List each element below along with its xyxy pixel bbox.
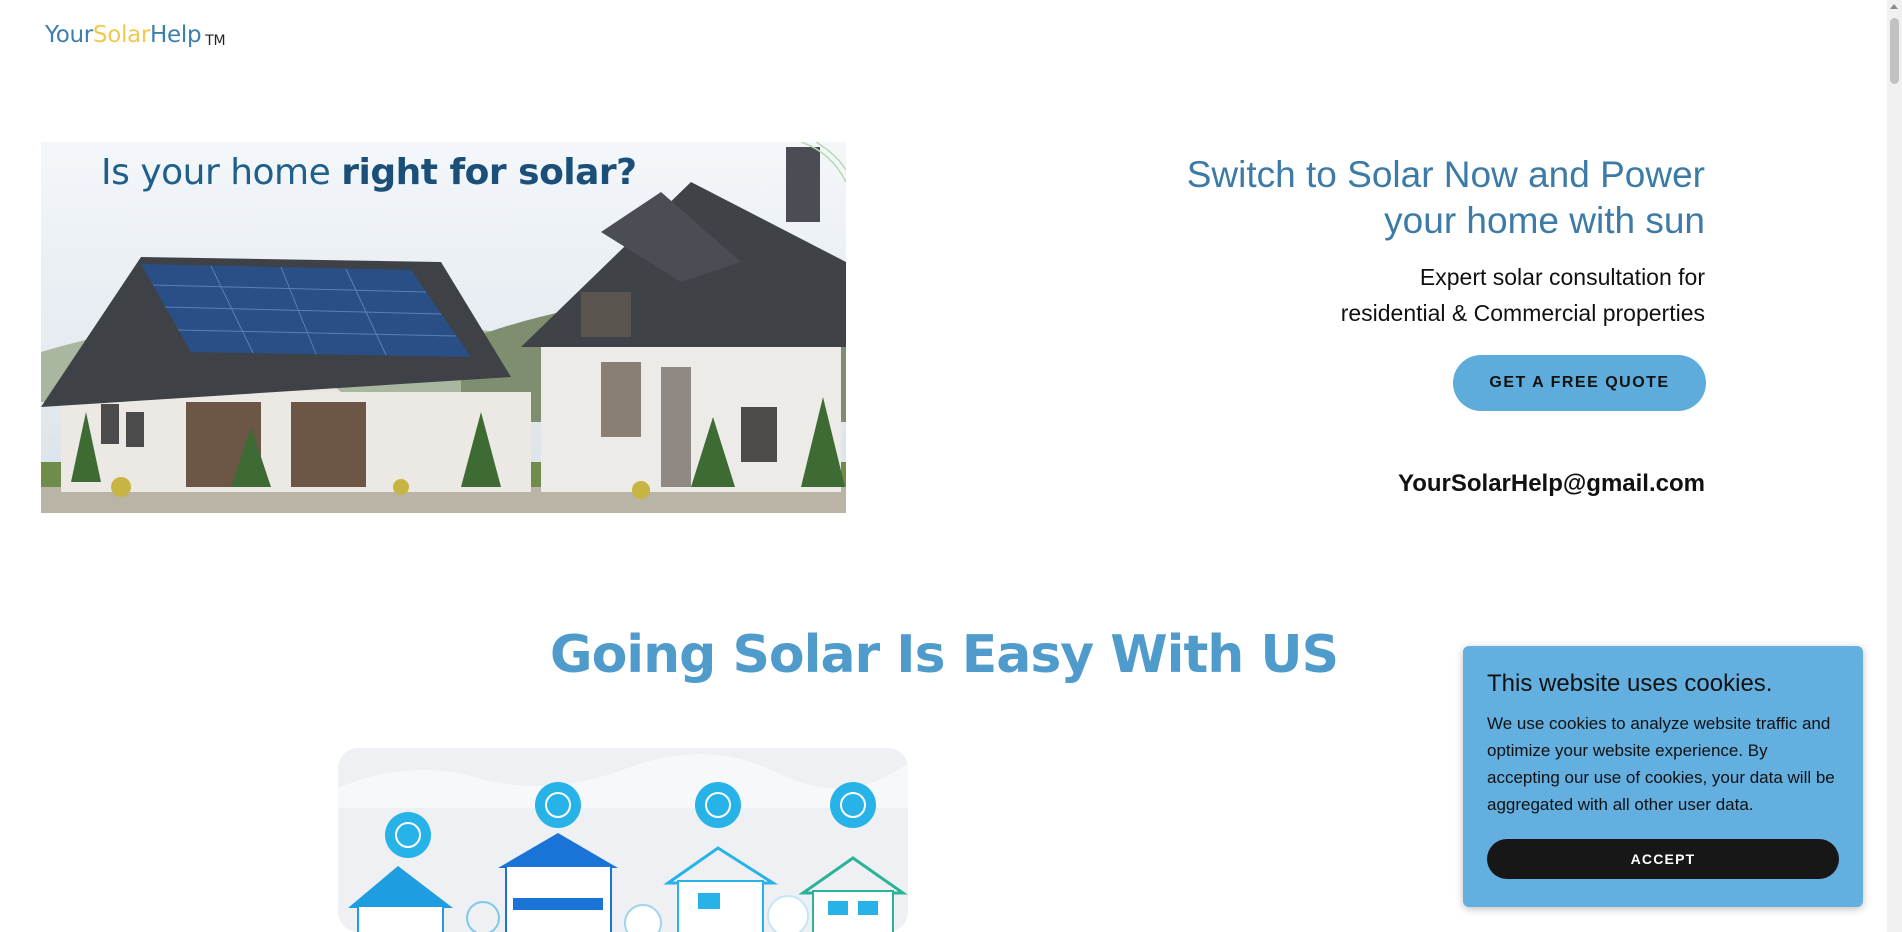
logo-trademark: TM [205,33,226,49]
hero-image-caption-regular: Is your home [101,152,342,193]
hero-title-line2: your home with sun [1384,200,1705,241]
logo-word-your: Your [45,22,93,48]
contact-email-link[interactable]: YourSolarHelp@gmail.com [1398,470,1705,498]
hero-image-caption: Is your home right for solar? [101,152,637,193]
cookie-banner-title: This website uses cookies. [1487,670,1773,697]
get-free-quote-button[interactable]: GET A FREE QUOTE [1453,355,1706,411]
houses-illustration-graphic [338,748,908,932]
page-scrollbar[interactable] [1887,0,1902,932]
hero-title-line1: Switch to Solar Now and Power [1186,154,1705,195]
cookie-banner-text: We use cookies to analyze website traffi… [1487,714,1835,814]
hero-image-caption-bold: right for solar? [341,152,637,193]
hero-subtitle-line1: Expert solar consultation for [1419,264,1705,290]
hero-subtitle-line2: residential & Commercial properties [1340,300,1705,326]
hero-title: Switch to Solar Now and Power your home … [1085,152,1705,244]
logo-word-solar: Solar [92,22,151,48]
solar-houses-illustration [328,748,920,932]
accept-cookies-button[interactable]: ACCEPT [1487,839,1839,879]
scrollbar-thumb[interactable] [1890,18,1899,84]
hero-house-image: Is your home right for solar? [41,142,846,513]
hero-subtitle: Expert solar consultation for residentia… [1205,259,1705,331]
house-photo-illustration [41,142,846,513]
logo-word-help: Help [150,22,202,48]
site-logo[interactable]: YourSolarHelp TM [45,22,226,49]
scroll-up-arrow-icon[interactable] [1890,4,1898,9]
cookie-banner: This website uses cookies. We use cookie… [1463,646,1863,907]
